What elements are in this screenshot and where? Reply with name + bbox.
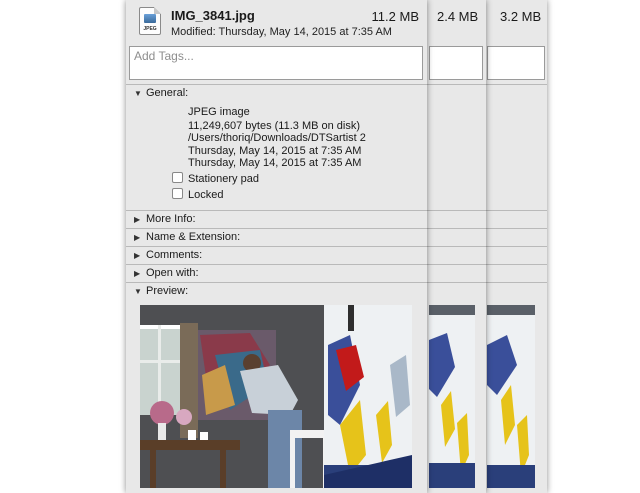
stationery-pad-checkbox[interactable]: Stationery pad xyxy=(172,172,259,186)
section-divider xyxy=(426,282,486,299)
section-divider xyxy=(485,264,547,281)
tags-placeholder: Add Tags... xyxy=(134,49,194,63)
section-preview[interactable]: ▼ Preview: xyxy=(126,282,427,299)
tags-input[interactable] xyxy=(487,46,545,80)
disclosure-collapsed-icon[interactable]: ▶ xyxy=(134,265,140,282)
modified-date: Modified: Thursday, May 14, 2015 at 7:35… xyxy=(171,26,392,38)
file-size: 2.4 MB xyxy=(437,9,479,24)
disclosure-expanded-icon[interactable]: ▼ xyxy=(134,85,142,102)
section-divider xyxy=(485,84,547,101)
section-divider xyxy=(485,228,547,245)
section-divider xyxy=(485,246,547,263)
checkbox-icon[interactable] xyxy=(172,188,183,199)
section-divider xyxy=(426,210,486,227)
file-name: IMG_3841.jpg xyxy=(171,8,255,23)
tags-input[interactable] xyxy=(429,46,483,80)
disclosure-collapsed-icon[interactable]: ▶ xyxy=(134,247,140,264)
panel-header: JPEG IMG_3841.jpg 11.2 MB Modified: Thur… xyxy=(126,0,427,42)
info-panel-back-1[interactable]: 2.4 MB xyxy=(426,0,486,493)
tags-input[interactable]: Add Tags... xyxy=(129,46,423,80)
section-divider xyxy=(426,246,486,263)
section-divider xyxy=(485,282,547,299)
section-name-extension[interactable]: ▶ Name & Extension: xyxy=(126,228,427,245)
info-panel-main[interactable]: JPEG IMG_3841.jpg 11.2 MB Modified: Thur… xyxy=(126,0,427,493)
section-comments[interactable]: ▶ Comments: xyxy=(126,246,427,263)
preview-image xyxy=(429,305,475,488)
disclosure-expanded-icon[interactable]: ▼ xyxy=(134,283,142,300)
section-general-header[interactable]: ▼ General: xyxy=(126,84,427,101)
disclosure-collapsed-icon[interactable]: ▶ xyxy=(134,211,140,228)
checkbox-icon[interactable] xyxy=(172,172,183,183)
preview-image xyxy=(140,305,412,488)
jpeg-file-icon: JPEG xyxy=(139,7,161,35)
locked-checkbox[interactable]: Locked xyxy=(172,188,223,202)
info-panel-back-2[interactable]: 3.2 MB xyxy=(485,0,547,493)
file-size: 11.2 MB xyxy=(371,9,419,24)
section-open-with[interactable]: ▶ Open with: xyxy=(126,264,427,281)
file-size: 3.2 MB xyxy=(500,9,542,24)
section-more-info[interactable]: ▶ More Info: xyxy=(126,210,427,227)
section-divider xyxy=(426,264,486,281)
section-divider xyxy=(426,84,486,101)
preview-image xyxy=(487,305,535,488)
disclosure-collapsed-icon[interactable]: ▶ xyxy=(134,229,140,246)
section-divider xyxy=(485,210,547,227)
section-title: General: xyxy=(146,87,189,99)
section-divider xyxy=(426,228,486,245)
